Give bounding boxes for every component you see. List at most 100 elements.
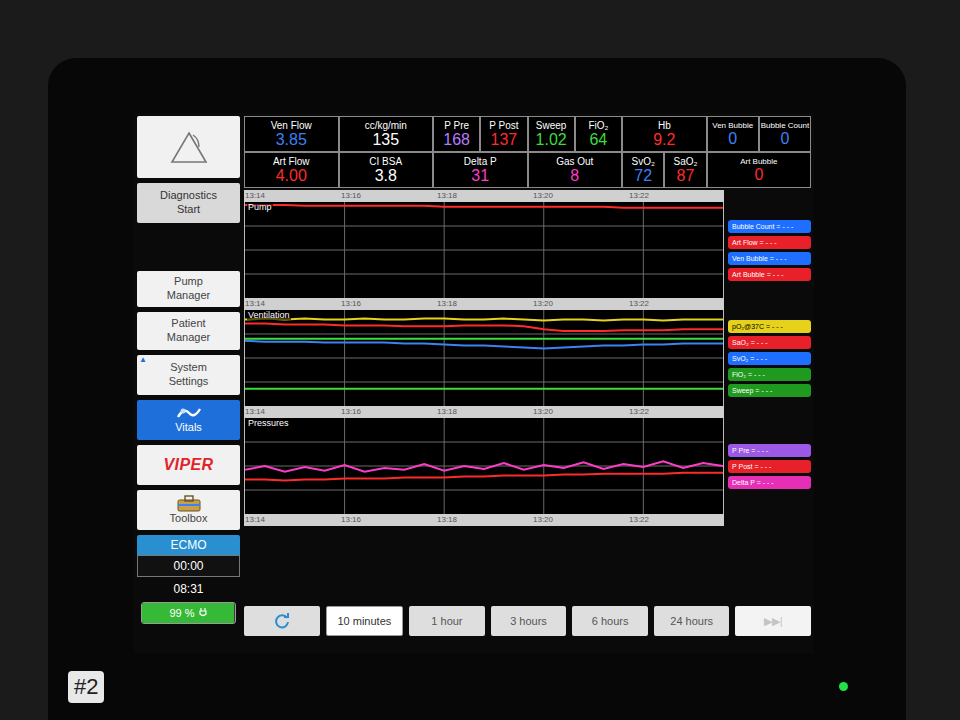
screen: Diagnostics Start Pump Manager Patient Man…	[134, 113, 814, 653]
metric-value: 9.2	[653, 132, 675, 148]
sidebar-label: Vitals	[175, 421, 202, 435]
series-line	[245, 323, 723, 331]
metric-value: 0	[754, 167, 763, 183]
sidebar-button[interactable]: Pump Manager	[137, 271, 240, 307]
metric-cell: Art Flow4.00	[244, 152, 339, 188]
chart-area: 13:1413:1613:1813:2013:22Pump13:1413:161…	[244, 190, 811, 526]
metric-group: Sweep1.02FiO₂64Gas Out8	[528, 116, 623, 188]
metric-value: 8	[570, 168, 579, 184]
metric-label: cc/kg/min	[365, 120, 407, 133]
time-axis: 13:1413:1613:1813:2013:22	[244, 514, 724, 526]
legend-group: pO₂@37C = - - -SaO₂ = - - -SvO₂ = - - -F…	[728, 310, 811, 406]
range-buttons: 10 minutes 1 hour 3 hours 6 hours 24 hours▶▶…	[244, 606, 811, 636]
metric-cell: P Post137	[480, 116, 527, 152]
legend-item: Bubble Count = - - -	[728, 220, 811, 233]
chart-panel: Pump	[244, 202, 724, 298]
chart-plot	[245, 310, 723, 406]
legend-column: Bubble Count = - - -Art Flow = - - -Ven …	[724, 190, 811, 526]
series-line	[245, 341, 723, 349]
range-label: 10 minutes	[337, 613, 391, 630]
metric-row: cc/kg/min135	[339, 116, 434, 152]
range-button[interactable]: 6 hours	[572, 606, 648, 636]
metric-cell: FiO₂64	[575, 116, 622, 152]
battery-label: 99 %	[169, 605, 207, 622]
range-label: 6 hours	[592, 613, 629, 630]
metric-label: Delta P	[464, 156, 497, 169]
metric-value: 137	[491, 132, 518, 148]
range-button[interactable]: 3 hours	[491, 606, 567, 636]
sidebar-label: Diagnostics Start	[160, 189, 217, 217]
metric-row: Gas Out8	[528, 152, 623, 188]
metric-label: Ven Flow	[271, 120, 312, 133]
metric-cell: Ven Bubble0	[707, 116, 759, 152]
battery-text: 99 %	[169, 605, 194, 622]
time-tick: 13:14	[244, 190, 340, 202]
legend-group: P Pre = - - -P Post = - - -Delta P = - -…	[728, 418, 811, 514]
legend-item: SvO₂ = - - -	[728, 352, 811, 365]
bezel-bottom: #2	[68, 671, 848, 703]
panel-title: Ventilation	[247, 311, 291, 320]
sidebar-button[interactable]: VIPER	[137, 445, 240, 485]
legend-item: P Post = - - -	[728, 460, 811, 473]
spacer	[244, 526, 811, 606]
time-tick: 13:14	[244, 514, 340, 526]
metric-label: P Pre	[444, 120, 469, 133]
metric-label: Art Bubble	[740, 157, 777, 167]
legend-item: Sweep = - - -	[728, 384, 811, 397]
metric-row: P Pre168P Post137	[433, 116, 528, 152]
metric-cell: SaO₂87	[664, 152, 706, 188]
time-tick: 13:16	[340, 298, 436, 310]
sidebar-button[interactable]: Patient Manager	[137, 312, 240, 350]
metric-group: Hb9.2SvO₂72SaO₂87	[622, 116, 707, 188]
range-label: 3 hours	[510, 613, 547, 630]
metric-value: 1.02	[536, 132, 567, 148]
range-button[interactable]: 10 minutes	[326, 606, 404, 636]
metric-value: 3.85	[276, 132, 307, 148]
sidebar-label: Pump Manager	[167, 275, 210, 303]
time-tick: 13:16	[340, 514, 436, 526]
metric-cell: Delta P31	[433, 152, 528, 188]
metric-value: 72	[634, 168, 652, 184]
metric-value: 0	[780, 131, 789, 147]
metric-row: Hb9.2	[622, 116, 707, 152]
sidebar-button[interactable]: Diagnostics Start	[137, 183, 240, 223]
ecmo-timer: 00:00	[137, 555, 240, 577]
series-line	[245, 205, 723, 208]
battery-indicator: 99 %	[141, 602, 236, 624]
mode-label: ECMO	[137, 535, 240, 555]
time-tick: 13:20	[532, 406, 628, 418]
legend-item: Delta P = - - -	[728, 476, 811, 489]
main-area: Ven Flow3.85Art Flow4.00cc/kg/min135CI B…	[244, 116, 811, 650]
legend-gap	[728, 190, 811, 202]
metric-value: 4.00	[276, 168, 307, 184]
metrics-header: Ven Flow3.85Art Flow4.00cc/kg/min135CI B…	[244, 116, 811, 188]
sidebar-button[interactable]: System Settings▲	[137, 355, 240, 395]
time-tick: 13:20	[532, 298, 628, 310]
sidebar-label: System Settings	[169, 361, 209, 389]
metric-cell: Gas Out8	[528, 152, 623, 188]
monitor-bezel: Diagnostics Start Pump Manager Patient Man…	[48, 58, 906, 720]
metric-row: Art Flow4.00	[244, 152, 339, 188]
metric-label: Bubble Count	[761, 121, 809, 131]
metric-cell: Sweep1.02	[528, 116, 575, 152]
time-tick: 13:20	[532, 514, 628, 526]
refresh-button[interactable]	[244, 606, 320, 636]
time-tick: 13:16	[340, 190, 436, 202]
sidebar-button[interactable]: Toolbox	[137, 490, 240, 530]
legend-item: SaO₂ = - - -	[728, 336, 811, 349]
legend-gap	[728, 406, 811, 418]
sidebar-gap	[137, 228, 240, 266]
alarm-button[interactable]	[137, 116, 240, 178]
range-button: ▶▶|	[735, 606, 811, 636]
time-tick: 13:22	[628, 406, 724, 418]
range-button[interactable]: 24 hours	[654, 606, 730, 636]
series-line	[245, 338, 723, 340]
metric-label: Ven Bubble	[712, 121, 753, 131]
sidebar-label: Patient Manager	[167, 317, 210, 345]
range-button[interactable]: 1 hour	[409, 606, 485, 636]
sidebar-button[interactable]: Vitals	[137, 400, 240, 440]
metric-group: Ven Bubble0Bubble Count0Art Bubble0	[707, 116, 811, 188]
series-line	[245, 473, 723, 481]
metric-value: 64	[589, 132, 607, 148]
device-label: #2	[68, 671, 104, 703]
